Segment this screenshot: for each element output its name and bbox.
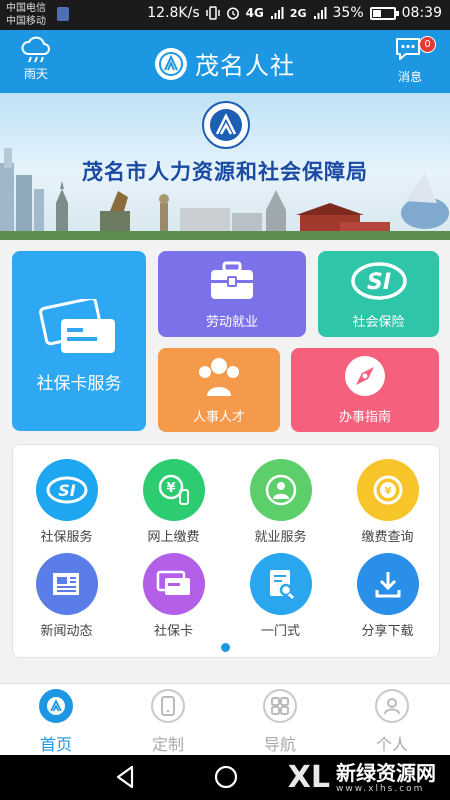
card-icon bbox=[142, 553, 205, 615]
page-title: 茂名人社 bbox=[195, 52, 295, 80]
news-icon bbox=[35, 553, 98, 615]
svg-text:SI: SI bbox=[366, 270, 390, 295]
grid-item-share-download[interactable]: 分享下载 bbox=[334, 553, 441, 639]
grid-label: 社保服务 bbox=[40, 530, 93, 545]
id-card-icon bbox=[39, 299, 115, 353]
nav-home[interactable]: 首页 bbox=[0, 689, 112, 755]
person-icon bbox=[249, 459, 312, 521]
grid-label: 社保卡 bbox=[153, 624, 193, 639]
compass-icon bbox=[345, 356, 385, 396]
grid-label: 就业服务 bbox=[254, 530, 307, 545]
employment-label: 劳动就业 bbox=[205, 315, 258, 330]
document-search-icon bbox=[249, 553, 312, 615]
grid-item-payment-query[interactable]: ¥ 缴费查询 bbox=[334, 459, 441, 545]
nav-navigation[interactable]: 导航 bbox=[224, 689, 336, 755]
service-guide-label: 办事指南 bbox=[338, 410, 391, 425]
phone-custom-icon bbox=[151, 689, 185, 723]
yuan-icon: ¥ bbox=[142, 459, 205, 521]
carrier-2: 中国移动 bbox=[6, 16, 46, 27]
nav-label: 导航 bbox=[263, 735, 296, 754]
message-badge: 0 bbox=[419, 36, 436, 53]
battery-percent: 35% bbox=[332, 5, 364, 21]
watermark-cn: 新绿资源网 bbox=[336, 760, 436, 785]
nav-profile[interactable]: 个人 bbox=[336, 689, 448, 755]
grid-label: 新闻动态 bbox=[40, 624, 93, 639]
grid-item-news[interactable]: 新闻动态 bbox=[13, 553, 120, 639]
hero-banner[interactable]: 茂名市人力资源和社会保障局 bbox=[0, 93, 450, 240]
coin-search-icon: ¥ bbox=[356, 459, 419, 521]
service-guide-tile[interactable]: 办事指南 bbox=[291, 348, 439, 432]
grid-item-one-stop[interactable]: 一门式 bbox=[227, 553, 334, 639]
signal-icon bbox=[270, 7, 284, 19]
hr-talent-label: 人事人才 bbox=[192, 410, 245, 425]
messages-button[interactable]: 0 消息 bbox=[386, 36, 436, 85]
network-2g-label: 2G bbox=[289, 6, 307, 20]
hr-talent-tile[interactable]: 人事人才 bbox=[158, 348, 280, 432]
employment-tile[interactable]: 劳动就业 bbox=[158, 251, 306, 337]
nav-label: 定制 bbox=[151, 735, 184, 754]
message-label: 消息 bbox=[397, 70, 422, 84]
signal-2-icon bbox=[313, 7, 327, 19]
briefcase-icon bbox=[211, 261, 253, 299]
svg-text:SI: SI bbox=[58, 481, 76, 500]
status-bar: 中国电信 中国移动 12.8K/s 4G 2G 35% 08:39 bbox=[0, 0, 450, 30]
watermark-logo: XL bbox=[287, 760, 330, 795]
watermark-en: www.xlhs.com bbox=[336, 783, 425, 794]
bureau-emblem-icon bbox=[202, 101, 250, 149]
nav-label: 首页 bbox=[39, 735, 72, 754]
carrier-1: 中国电信 bbox=[6, 3, 46, 14]
watermark: XL 新绿资源网 www.xlhs.com bbox=[288, 755, 436, 800]
system-navigation-bar: XL 新绿资源网 www.xlhs.com bbox=[0, 755, 450, 800]
grid-item-employment-service[interactable]: 就业服务 bbox=[227, 459, 334, 545]
net-speed: 12.8K/s bbox=[147, 5, 200, 21]
status-right: 12.8K/s 4G 2G 35% 08:39 bbox=[147, 5, 442, 21]
si-logo-icon: SI bbox=[350, 262, 407, 300]
banner-title: 茂名市人力资源和社会保障局 bbox=[82, 159, 368, 184]
svg-text:¥: ¥ bbox=[384, 486, 391, 497]
grid-menu-icon bbox=[263, 689, 297, 723]
app-header: 雨天 茂名人社 0 消息 bbox=[0, 30, 450, 93]
grid-item-online-payment[interactable]: ¥ 网上缴费 bbox=[120, 459, 227, 545]
grid-label: 网上缴费 bbox=[147, 530, 200, 545]
header-title-group: 茂名人社 bbox=[0, 46, 450, 81]
nav-label: 个人 bbox=[375, 735, 408, 754]
home-circle-icon[interactable] bbox=[212, 763, 240, 791]
bottom-navigation: 首页 定制 导航 个人 bbox=[0, 683, 450, 755]
download-icon bbox=[356, 553, 419, 615]
grid-item-social-card[interactable]: 社保卡 bbox=[120, 553, 227, 639]
sim-icon bbox=[57, 7, 69, 21]
back-icon[interactable] bbox=[112, 763, 138, 791]
grid-item-social-security-service[interactable]: SI 社保服务 bbox=[13, 459, 120, 545]
service-grid-panel: SI 社保服务 ¥ 网上缴费 就业服务 ¥ 缴费查询 新闻动态 社保卡 一门式 … bbox=[12, 444, 440, 658]
user-icon bbox=[375, 689, 409, 723]
page-indicator-dot[interactable] bbox=[221, 643, 230, 652]
card-service-label: 社保卡服务 bbox=[36, 374, 122, 394]
vibrate-icon bbox=[205, 6, 220, 20]
si-logo-icon: SI bbox=[35, 459, 98, 521]
social-insurance-label: 社会保险 bbox=[352, 315, 405, 330]
alarm-icon bbox=[226, 7, 239, 20]
svg-text:¥: ¥ bbox=[166, 481, 175, 496]
network-4g-label: 4G bbox=[245, 6, 264, 20]
grid-label: 一门式 bbox=[260, 624, 300, 639]
app-logo-icon bbox=[155, 47, 187, 80]
battery-icon bbox=[369, 6, 399, 20]
people-group-icon bbox=[199, 358, 239, 396]
clock: 08:39 bbox=[401, 5, 442, 21]
watermark-text: 新绿资源网 www.xlhs.com bbox=[336, 762, 436, 794]
grid-label: 分享下载 bbox=[361, 624, 414, 639]
nav-custom[interactable]: 定制 bbox=[112, 689, 224, 755]
carrier-info: 中国电信 中国移动 bbox=[6, 2, 46, 28]
grid-label: 缴费查询 bbox=[361, 530, 414, 545]
social-insurance-tile[interactable]: SI 社会保险 bbox=[318, 251, 439, 337]
home-logo-icon bbox=[39, 689, 73, 723]
social-security-card-service-tile[interactable]: 社保卡服务 bbox=[12, 251, 146, 431]
